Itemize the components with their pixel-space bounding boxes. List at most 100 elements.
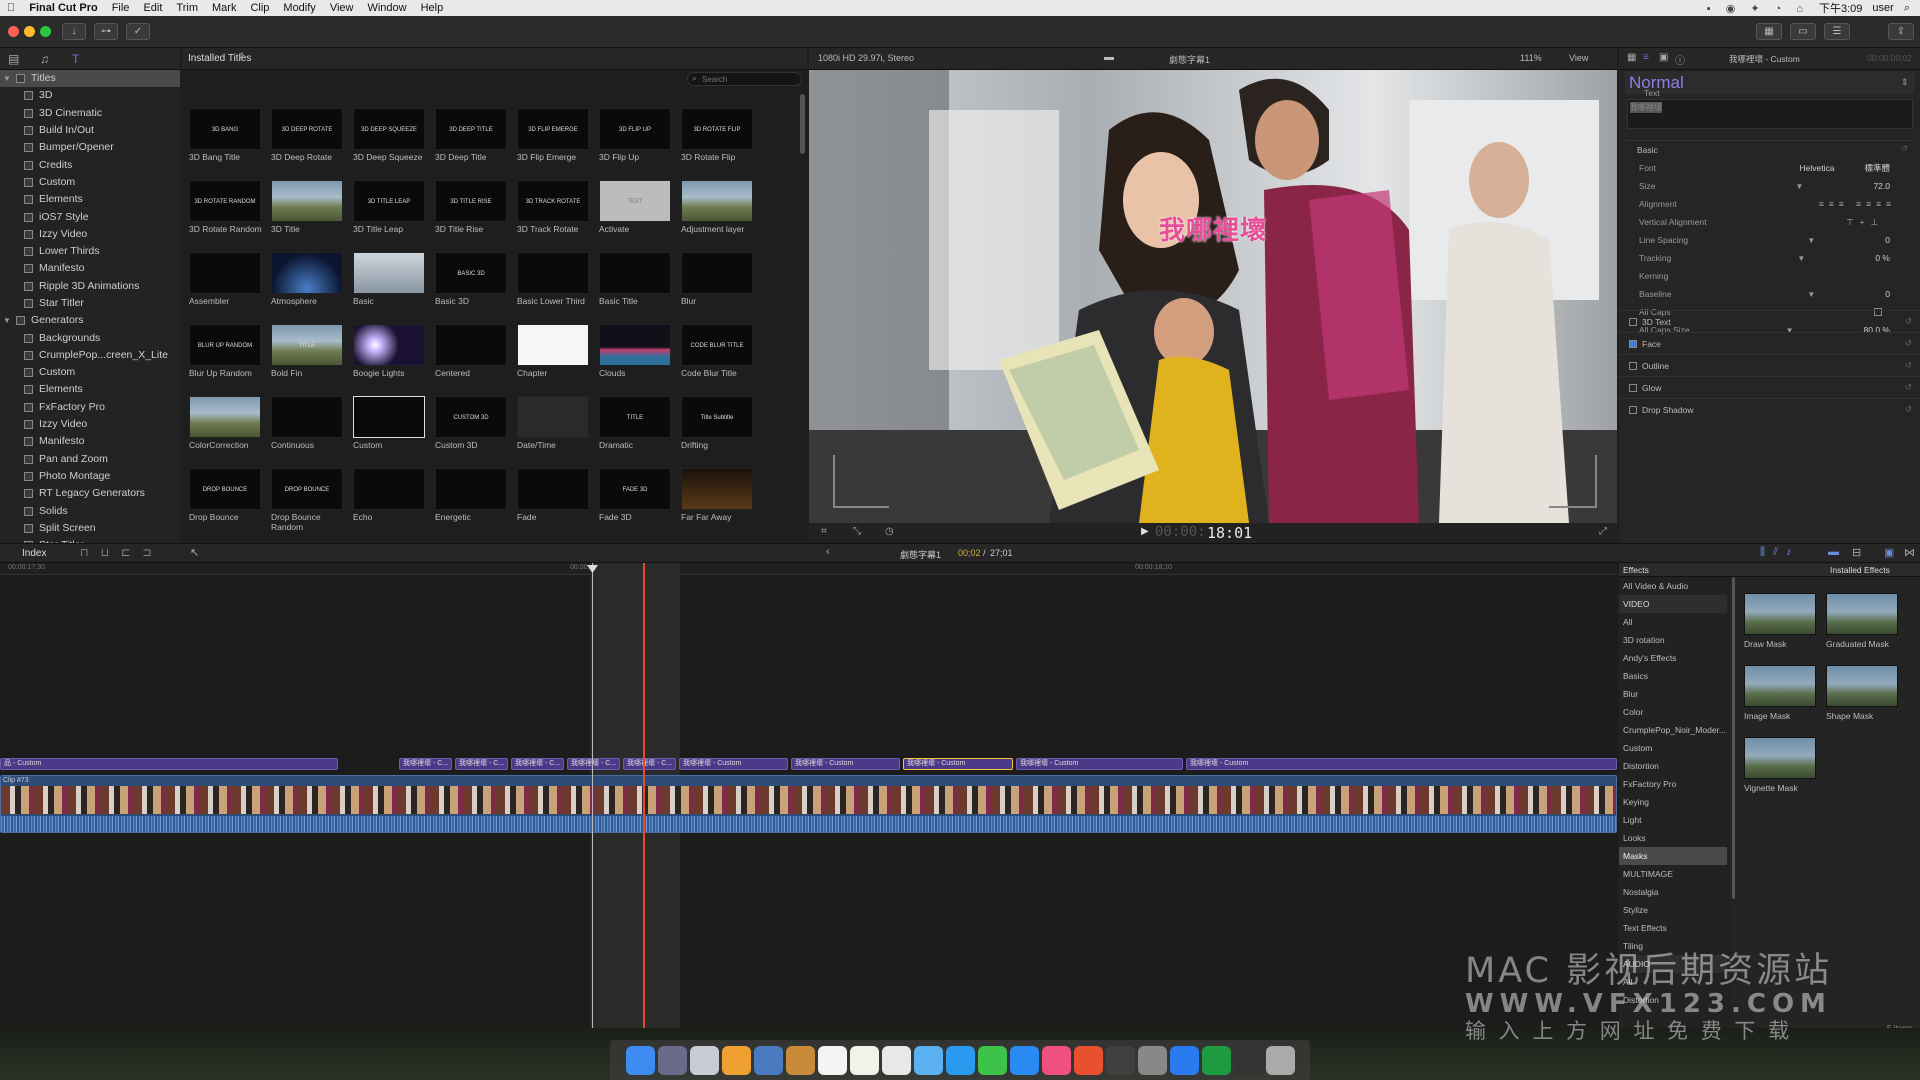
menu-modify[interactable]: Modify [276, 2, 322, 14]
section-checkbox[interactable] [1629, 383, 1637, 392]
app-menu[interactable]: Final Cut Pro [22, 2, 104, 14]
sidebar-item[interactable]: Star Titler [0, 295, 180, 312]
clip-appearance-icon[interactable]: ⊟ [1852, 546, 1861, 559]
title-thumbnail[interactable]: CODE BLUR TITLE [681, 324, 753, 366]
apple-menu-icon[interactable]:  [0, 2, 22, 14]
dock-app-icon[interactable] [881, 1045, 911, 1075]
title-thumbnail[interactable] [435, 324, 507, 366]
effect-thumbnail[interactable] [1826, 593, 1898, 635]
sidebar-item[interactable]: Split Screen [0, 520, 180, 537]
section-checkbox[interactable] [1629, 339, 1637, 348]
sidebar-item[interactable]: Izzy Video [0, 416, 180, 433]
dock-app-icon[interactable] [1041, 1045, 1071, 1075]
title-thumbnail[interactable]: 3D DEEP TITLE [435, 108, 507, 150]
effects-category[interactable]: Looks [1619, 829, 1727, 847]
menu-edit[interactable]: Edit [136, 2, 169, 14]
zoom-window-button[interactable] [40, 26, 51, 37]
reset-icon[interactable]: ↺ [1905, 316, 1912, 327]
menu-help[interactable]: Help [414, 2, 451, 14]
show-browser-button[interactable]: ▦ [1756, 23, 1782, 40]
title-thumbnail[interactable]: FADE 3D [599, 468, 671, 510]
dock-app-icon[interactable] [1073, 1045, 1103, 1075]
skimming-snapping-icons[interactable]: ⫼⫽♪ [1760, 546, 1799, 559]
sidebar-item[interactable]: Izzy Video [0, 226, 180, 243]
section-checkbox[interactable] [1629, 317, 1637, 326]
effects-category[interactable]: 3D rotation [1619, 631, 1727, 649]
param-value[interactable]: 0 % [1875, 253, 1890, 263]
browser-scrollbar[interactable] [800, 94, 805, 154]
dock-app-icon[interactable] [1201, 1045, 1231, 1075]
title-thumbnail[interactable]: BLUR UP RANDOM [189, 324, 261, 366]
title-thumbnail[interactable] [517, 252, 589, 294]
title-thumbnail[interactable]: 3D DEEP SQUEEZE [353, 108, 425, 150]
effects-category[interactable]: Masks [1619, 847, 1727, 865]
effects-category[interactable]: Nostalgia [1619, 883, 1727, 901]
reset-icon[interactable]: ↺ [1905, 360, 1912, 371]
libraries-icon[interactable]: ▤ [8, 52, 19, 66]
font-style-menu[interactable]: 標準體 [1864, 162, 1890, 174]
spotlight-icon[interactable]: ⌕ [1904, 2, 1910, 15]
sidebar-item[interactable]: Credits [0, 156, 180, 173]
title-clip[interactable]: 我哪裡壞 - C... [623, 758, 676, 770]
reset-icon[interactable]: ↺ [1905, 382, 1912, 393]
slider-knob[interactable]: ▼ [1807, 236, 1815, 245]
title-clip[interactable]: 我哪裡壞 - C... [511, 758, 564, 770]
sidebar-item[interactable]: Backgrounds [0, 329, 180, 346]
sidebar-item[interactable]: 3D [0, 87, 180, 104]
title-thumbnail[interactable]: 3D ROTATE FLIP [681, 108, 753, 150]
title-thumbnail[interactable]: 3D FLIP UP [599, 108, 671, 150]
slider-knob[interactable]: ▼ [1796, 182, 1804, 191]
effects-browser-icon[interactable]: ▣ [1884, 546, 1894, 559]
title-clip[interactable]: 我哪裡壞 - Custom [791, 758, 900, 770]
solo-icon[interactable]: ▬ [1828, 546, 1839, 558]
param-row[interactable]: Baseline ▼ 0 [1619, 285, 1920, 303]
sidebar-item[interactable]: Manifesto [0, 260, 180, 277]
dock-app-icon[interactable] [977, 1045, 1007, 1075]
preset-menu[interactable]: Normal ⇕ [1625, 72, 1915, 94]
background-tasks-button[interactable]: ✓ [126, 23, 150, 40]
sidebar-item[interactable]: Bumper/Opener [0, 139, 180, 156]
zoom-menu[interactable]: 111% [1520, 53, 1542, 63]
effects-category[interactable]: CrumplePop_Noir_Moder... [1619, 721, 1727, 739]
effect-thumbnail[interactable] [1744, 737, 1816, 779]
effects-category[interactable]: Blur [1619, 685, 1727, 703]
param-row[interactable]: Tracking ▼ 0 % [1619, 249, 1920, 267]
title-thumbnail[interactable]: TITLE [599, 396, 671, 438]
effects-category[interactable]: Keying [1619, 793, 1727, 811]
dock-app-icon[interactable] [625, 1045, 655, 1075]
timecode-display[interactable]: 18:01 [1207, 524, 1252, 542]
title-thumbnail[interactable]: 3D DEEP ROTATE [271, 108, 343, 150]
section-checkbox[interactable] [1629, 405, 1637, 414]
title-thumbnail[interactable]: TITLE [271, 324, 343, 366]
title-thumbnail[interactable]: DROP BOUNCE RANDOM [271, 468, 343, 510]
dock-app-icon[interactable] [1169, 1045, 1199, 1075]
title-clip[interactable]: 我哪裡壞 - Custom [903, 758, 1013, 770]
param-row[interactable]: Font Helvetica 標準體 [1619, 159, 1920, 177]
back-arrow-icon[interactable]: ‹ [826, 546, 830, 558]
sidebar-item[interactable]: CrumplePop...creen_X_Lite [0, 347, 180, 364]
effect-thumbnail[interactable] [1744, 593, 1816, 635]
timeline[interactable]: 00:00:17;30 00:00:18:00 00:00:18;10 品 - … [0, 563, 1617, 1028]
title-clip[interactable]: 我哪裡壞 - C... [399, 758, 452, 770]
title-thumbnail[interactable]: BASIC 3D [435, 252, 507, 294]
title-thumbnail[interactable] [353, 252, 425, 294]
vertical-alignment-buttons[interactable]: ⊤+⊥ [1846, 217, 1884, 228]
title-thumbnail[interactable] [189, 396, 261, 438]
dock-app-icon[interactable] [1137, 1045, 1167, 1075]
timeline-ruler[interactable]: 00:00:17;30 00:00:18:00 00:00:18;10 [0, 563, 1617, 575]
sidebar-item[interactable]: ▼ Titles [0, 70, 180, 88]
keywords-button[interactable]: ⊶ [94, 23, 118, 40]
effects-category[interactable]: Color [1619, 703, 1727, 721]
effects-category[interactable]: Distortion [1619, 757, 1727, 775]
title-thumbnail[interactable]: Title Subtitle [681, 396, 753, 438]
timeline-index-button[interactable]: Index [22, 548, 46, 559]
param-row[interactable]: Size ▼ 72.0 [1619, 177, 1920, 195]
title-thumbnail[interactable]: 3D FLIP EMERGE [517, 108, 589, 150]
sidebar-item[interactable]: Ripple 3D Animations [0, 278, 180, 295]
effect-thumbnail[interactable] [1826, 665, 1898, 707]
sidebar-item[interactable]: Photo Montage [0, 468, 180, 485]
slider-knob[interactable]: ▼ [1797, 254, 1805, 263]
effects-category[interactable]: All [1619, 613, 1727, 631]
param-row[interactable]: Kerning [1619, 267, 1920, 285]
effects-category[interactable]: MULTIMAGE [1619, 865, 1727, 883]
